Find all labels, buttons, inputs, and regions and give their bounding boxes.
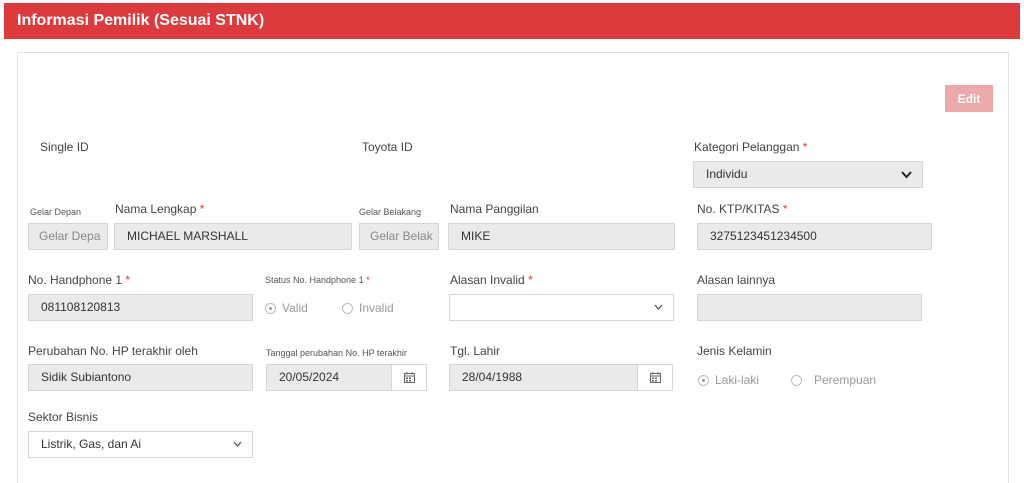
status-hp-label: Status No. Handphone 1 * [265,275,370,285]
calendar-button[interactable] [637,364,673,391]
perubahan-hp-input: Sidik Subiantono [28,364,253,391]
alasan-invalid-label: Alasan Invalid * [450,273,533,287]
chevron-down-icon [901,162,912,179]
nama-panggilan-label: Nama Panggilan [450,202,539,216]
kategori-select[interactable]: Individu [693,161,923,188]
calendar-button[interactable] [391,364,427,391]
form-panel [17,52,1009,483]
nama-lengkap-label: Nama Lengkap * [115,202,205,216]
section-header: Informasi Pemilik (Sesuai STNK) [4,3,1020,39]
gender-female-radio[interactable]: Perempuan [791,373,876,387]
status-valid-radio[interactable]: Valid [265,301,308,315]
alasan-invalid-select[interactable] [449,294,674,321]
chevron-down-icon [233,432,242,447]
tanggal-perubahan-input[interactable]: 20/05/2024 [266,364,392,391]
calendar-icon [404,372,415,383]
ktp-input[interactable]: 3275123451234500 [697,223,932,250]
tgl-lahir-input[interactable]: 28/04/1988 [449,364,639,391]
gender-male-radio[interactable]: Laki-laki [698,373,759,387]
perubahan-hp-label: Perubahan No. HP terakhir oleh [28,344,198,358]
alasan-lainnya-input[interactable] [697,294,922,321]
nama-panggilan-input[interactable]: MIKE [448,223,675,250]
toyota-id-label: Toyota ID [362,140,413,154]
alasan-lainnya-label: Alasan lainnya [697,273,776,287]
edit-button[interactable]: Edit [945,85,993,112]
gelar-depan-input[interactable]: Gelar Depa [28,223,108,250]
handphone-input[interactable]: 081108120813 [28,294,253,321]
calendar-icon [650,372,661,383]
radio-unselected-icon [791,374,802,386]
radio-unselected-icon [342,302,353,314]
status-invalid-radio[interactable]: Invalid [342,301,394,315]
chevron-down-icon [654,295,663,310]
sektor-label: Sektor Bisnis [28,410,99,424]
gelar-belakang-input[interactable]: Gelar Belak [359,223,439,250]
kategori-label: Kategori Pelanggan * [694,140,808,154]
single-id-label: Single ID [40,140,89,154]
ktp-label: No. KTP/KITAS * [697,202,788,216]
nama-lengkap-input[interactable]: MICHAEL MARSHALL [114,223,352,250]
jenis-kelamin-label: Jenis Kelamin [697,344,772,358]
radio-selected-icon [698,374,709,386]
tgl-lahir-label: Tgl. Lahir [450,344,501,358]
section-title: Informasi Pemilik (Sesuai STNK) [17,12,265,29]
sektor-select[interactable]: Listrik, Gas, dan Ai [28,431,253,458]
gelar-depan-label: Gelar Depan [30,207,82,217]
gelar-belakang-label: Gelar Belakang [359,207,422,217]
tanggal-perubahan-label: Tanggal perubahan No. HP terakhir [266,348,407,358]
handphone-label: No. Handphone 1 * [28,273,131,287]
radio-selected-icon [265,302,276,314]
